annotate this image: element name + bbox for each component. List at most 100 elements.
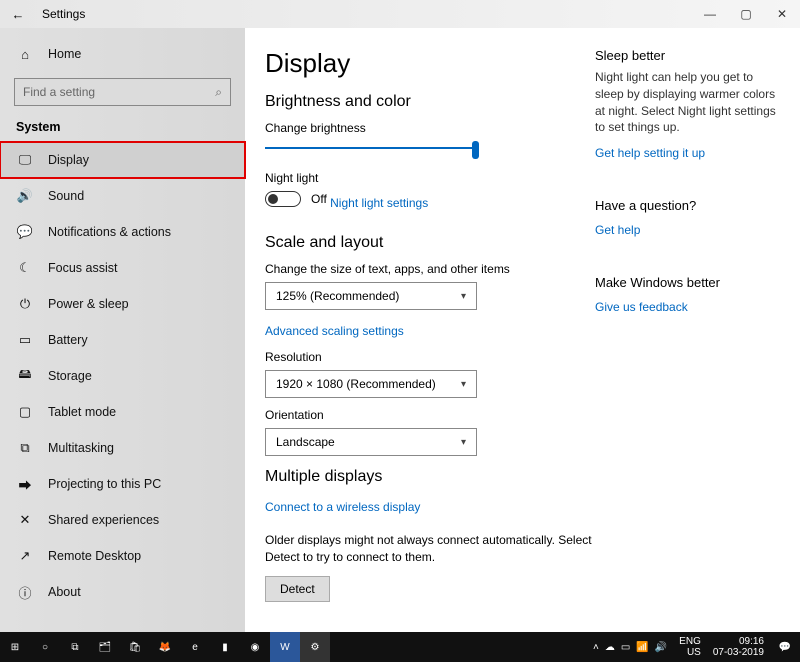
tray-chevron-icon[interactable]: ˄ [593, 642, 599, 653]
settings-taskbar-icon[interactable]: ⚙ [300, 632, 330, 662]
sidebar-item-label: Remote Desktop [48, 549, 141, 563]
chevron-down-icon: ▾ [461, 291, 466, 302]
sound-icon: 🔊 [16, 188, 34, 204]
resolution-value: 1920 × 1080 (Recommended) [276, 377, 436, 391]
explorer-icon[interactable]: 🗂 [90, 632, 120, 662]
focus-icon: ☾ [16, 260, 34, 276]
back-button[interactable]: ← [8, 7, 28, 22]
store-icon[interactable]: 🛍 [120, 632, 150, 662]
sidebar-item-label: Storage [48, 369, 92, 383]
get-help-link[interactable]: Get help [595, 223, 640, 237]
sidebar: ⌂ Home Find a setting ⌕ System 🖵 Display… [0, 28, 245, 632]
sidebar-item-multitasking[interactable]: ⧉ Multitasking [0, 430, 245, 466]
titlebar: ← Settings — ▢ ✕ [0, 0, 800, 28]
sleep-help-link[interactable]: Get help setting it up [595, 146, 705, 160]
multitask-icon: ⧉ [16, 440, 34, 456]
sidebar-item-label: Focus assist [48, 261, 117, 275]
wifi-icon[interactable]: 📶 [636, 642, 648, 653]
clock[interactable]: 09:16 07-03-2019 [707, 636, 770, 658]
brightness-heading: Brightness and color [265, 93, 595, 111]
slider-thumb[interactable] [472, 141, 479, 159]
settings-content: Display Brightness and color Change brig… [265, 48, 595, 632]
nightlight-toggle[interactable] [265, 191, 301, 207]
tablet-icon: ▢ [16, 404, 34, 420]
sidebar-item-display[interactable]: 🖵 Display [0, 142, 245, 178]
home-label: Home [48, 47, 81, 61]
battery-icon: ▭ [16, 332, 34, 348]
sidebar-item-label: Projecting to this PC [48, 477, 161, 491]
battery-tray-icon[interactable]: ▭ [621, 642, 630, 653]
better-heading: Make Windows better [595, 275, 780, 290]
advanced-scaling-link[interactable]: Advanced scaling settings [265, 324, 404, 338]
terminal-icon[interactable]: ▮ [210, 632, 240, 662]
nightlight-label: Night light [265, 171, 595, 185]
sidebar-item-notifications[interactable]: 💬 Notifications & actions [0, 214, 245, 250]
action-center-icon[interactable]: 💬 [770, 632, 800, 662]
sidebar-item-label: Display [48, 153, 89, 167]
power-icon: ⏻ [16, 296, 34, 312]
sidebar-item-label: About [48, 585, 81, 599]
sleep-better-text: Night light can help you get to sleep by… [595, 69, 780, 136]
display-icon: 🖵 [16, 152, 34, 168]
start-button[interactable]: ⊞ [0, 632, 30, 662]
sidebar-item-sound[interactable]: 🔊 Sound [0, 178, 245, 214]
home-icon: ⌂ [16, 47, 34, 62]
remote-icon: ↗ [16, 548, 34, 564]
language-indicator[interactable]: ENG US [673, 636, 707, 658]
edge-icon[interactable]: e [180, 632, 210, 662]
sidebar-item-battery[interactable]: ▭ Battery [0, 322, 245, 358]
projecting-icon: ⮕ [16, 475, 34, 494]
sidebar-item-label: Sound [48, 189, 84, 203]
firefox-icon[interactable]: 🦊 [150, 632, 180, 662]
connect-wireless-link[interactable]: Connect to a wireless display [265, 500, 420, 514]
size-select[interactable]: 125% (Recommended) ▾ [265, 282, 477, 310]
home-button[interactable]: ⌂ Home [0, 36, 245, 72]
search-placeholder: Find a setting [23, 85, 215, 99]
sidebar-item-label: Tablet mode [48, 405, 116, 419]
sleep-better-heading: Sleep better [595, 48, 780, 63]
onedrive-icon[interactable]: ☁ [605, 642, 615, 653]
multidisp-heading: Multiple displays [265, 468, 595, 486]
minimize-button[interactable]: — [692, 7, 728, 21]
sidebar-item-projecting[interactable]: ⮕ Projecting to this PC [0, 466, 245, 502]
sidebar-item-shared[interactable]: ✕ Shared experiences [0, 502, 245, 538]
feedback-link[interactable]: Give us feedback [595, 300, 688, 314]
system-tray[interactable]: ˄ ☁ ▭ 📶 🔊 [593, 642, 673, 653]
taskbar: ⊞ ○ ⧉ 🗂 🛍 🦊 e ▮ ◉ W ⚙ ˄ ☁ ▭ 📶 🔊 ENG US 0… [0, 632, 800, 662]
shared-icon: ✕ [16, 512, 34, 528]
taskview-button[interactable]: ⧉ [60, 632, 90, 662]
chevron-down-icon: ▾ [461, 379, 466, 390]
resolution-select[interactable]: 1920 × 1080 (Recommended) ▾ [265, 370, 477, 398]
search-button[interactable]: ○ [30, 632, 60, 662]
multidisp-info: Older displays might not always connect … [265, 532, 595, 566]
sidebar-item-power[interactable]: ⏻ Power & sleep [0, 286, 245, 322]
nightlight-state: Off [311, 192, 327, 206]
volume-icon[interactable]: 🔊 [655, 642, 667, 653]
sidebar-item-label: Shared experiences [48, 513, 159, 527]
sidebar-item-tablet[interactable]: ▢ Tablet mode [0, 394, 245, 430]
sidebar-item-label: Multitasking [48, 441, 114, 455]
brightness-label: Change brightness [265, 121, 595, 135]
word-icon[interactable]: W [270, 632, 300, 662]
info-panel: Sleep better Night light can help you ge… [595, 48, 800, 632]
window-title: Settings [42, 7, 85, 21]
storage-icon: 🖴 [16, 365, 34, 387]
size-value: 125% (Recommended) [276, 289, 399, 303]
sidebar-item-label: Notifications & actions [48, 225, 171, 239]
sidebar-item-focus[interactable]: ☾ Focus assist [0, 250, 245, 286]
maximize-button[interactable]: ▢ [728, 7, 764, 21]
detect-button[interactable]: Detect [265, 576, 330, 602]
category-label: System [0, 116, 245, 142]
brightness-slider[interactable] [265, 141, 475, 155]
page-title: Display [265, 48, 595, 79]
sidebar-item-storage[interactable]: 🖴 Storage [0, 358, 245, 394]
sidebar-item-about[interactable]: ⓘ About [0, 574, 245, 610]
orientation-select[interactable]: Landscape ▾ [265, 428, 477, 456]
nightlight-settings-link[interactable]: Night light settings [330, 196, 428, 210]
question-heading: Have a question? [595, 198, 780, 213]
sidebar-item-remote[interactable]: ↗ Remote Desktop [0, 538, 245, 574]
close-button[interactable]: ✕ [764, 7, 800, 21]
size-label: Change the size of text, apps, and other… [265, 262, 595, 276]
search-input[interactable]: Find a setting ⌕ [14, 78, 231, 106]
chrome-icon[interactable]: ◉ [240, 632, 270, 662]
